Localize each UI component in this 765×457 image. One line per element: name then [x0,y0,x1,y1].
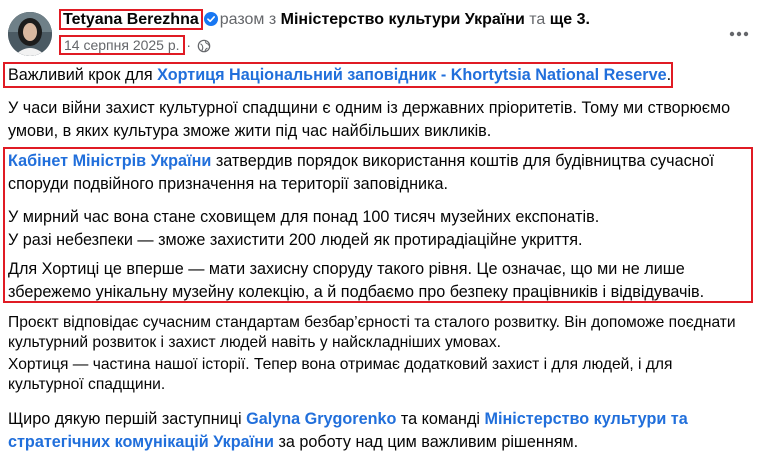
post-header: Tetyana Berezhna разом з Міністерство кул… [59,9,590,33]
verified-badge-icon [203,11,218,33]
paragraph-war: У часи війни захист культурної спадщини … [8,99,731,140]
p4-line2: У разі небезпеки — зможе захистити 200 л… [8,231,583,249]
more-options-button[interactable] [725,20,753,48]
p8-mid: та команді [400,410,481,428]
header-period: . [585,11,590,28]
paragraph-history: Хортиця — частина нашої історії. Тепер в… [8,356,673,393]
with-page-link[interactable]: Міністерство культури України [281,11,525,28]
paragraph-intro: Важливий крок для Хортиця Національний з… [8,64,748,87]
more-options-icon [729,31,749,37]
and-text: та [529,11,546,28]
paragraph-first-time: Для Хортиці це вперше — мати захисну спо… [8,260,705,301]
avatar[interactable] [8,12,52,56]
p1-suffix: . [666,66,672,84]
author-name[interactable]: Tetyana Berezhna [59,9,203,30]
p4-line1: У мирний час вона стане сховищем для пон… [8,208,600,226]
p8-suffix: за роботу над цим важливим рішенням. [278,433,579,451]
post-date[interactable]: 14 серпня 2025 р. [59,35,185,55]
avatar-image [8,12,52,56]
others-link[interactable]: ще 3 [550,11,586,28]
grygorenko-link[interactable]: Galyna Grygorenko [246,410,396,428]
paragraph-thanks: Щиро дякую першій заступниці Galyna Gryg… [8,408,748,454]
p8-prefix: Щиро дякую першій заступниці [8,410,242,428]
meta-separator: · [186,37,192,53]
paragraph-cabinet: Кабінет Міністрів України затвердив поря… [8,150,748,196]
post-meta: 14 серпня 2025 р. · [59,35,211,57]
paragraph-purpose: У мирний час вона стане сховищем для пон… [8,206,748,252]
globe-icon [197,39,211,57]
p1-prefix: Важливий крок для [8,66,153,84]
reserve-link[interactable]: Хортиця Національний заповідник - Khorty… [157,66,667,84]
with-prefix: разом з [219,11,277,28]
paragraph-standards: Проєкт відповідає сучасним стандартам бе… [8,314,736,351]
cabinet-link[interactable]: Кабінет Міністрів України [8,152,211,170]
